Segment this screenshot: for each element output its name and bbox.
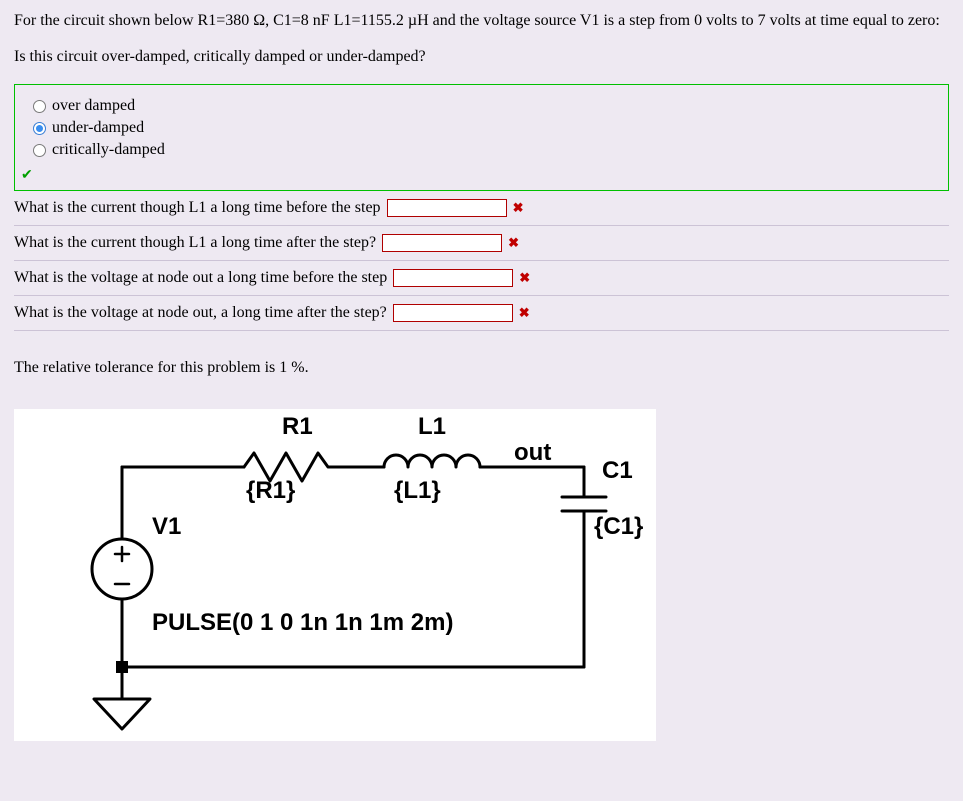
sub-question-row: What is the current though L1 a long tim… — [14, 191, 949, 226]
tolerance-text: The relative tolerance for this problem … — [14, 359, 949, 377]
problem-question: Is this circuit over-damped, critically … — [14, 48, 949, 66]
radio-icon — [33, 100, 46, 113]
sub-question-text: What is the voltage at node out a long t… — [14, 269, 387, 287]
answer-input[interactable] — [387, 199, 507, 217]
answer-input[interactable] — [393, 269, 513, 287]
wrong-icon: ✖ — [519, 270, 530, 286]
label-V1: V1 — [152, 513, 181, 541]
correct-check-icon: ✔ — [21, 167, 938, 184]
wrong-icon: ✖ — [519, 305, 530, 321]
answer-input[interactable] — [393, 304, 513, 322]
sub-question-text: What is the voltage at node out, a long … — [14, 304, 387, 322]
sub-question-text: What is the current though L1 a long tim… — [14, 199, 381, 217]
label-C1: C1 — [602, 457, 633, 485]
sub-question-row: What is the current though L1 a long tim… — [14, 226, 949, 261]
sub-question-row: What is the voltage at node out a long t… — [14, 261, 949, 296]
sub-question-text: What is the current though L1 a long tim… — [14, 234, 376, 252]
radio-group-box: over damped under-damped critically-damp… — [14, 84, 949, 191]
label-out: out — [514, 439, 551, 467]
radio-option-criticallydamped[interactable]: critically-damped — [25, 141, 938, 159]
label-pulse: PULSE(0 1 0 1n 1n 1m 2m) — [152, 609, 453, 637]
label-L1-val: {L1} — [394, 477, 441, 505]
sub-question-row: What is the voltage at node out, a long … — [14, 296, 949, 331]
wrong-icon: ✖ — [508, 235, 519, 251]
problem-intro: For the circuit shown below R1=380 Ω, C1… — [14, 12, 949, 30]
radio-option-underdamped[interactable]: under-damped — [25, 119, 938, 137]
radio-option-overdamped[interactable]: over damped — [25, 97, 938, 115]
label-C1-val: {C1} — [594, 513, 643, 541]
label-L1: L1 — [418, 413, 446, 441]
label-R1-val: {R1} — [246, 477, 295, 505]
circuit-diagram: R1 {R1} L1 {L1} out C1 {C1} V1 PULSE(0 1… — [14, 409, 656, 741]
answer-input[interactable] — [382, 234, 502, 252]
radio-label: over damped — [52, 97, 135, 115]
radio-label: under-damped — [52, 119, 144, 137]
label-R1: R1 — [282, 413, 313, 441]
radio-icon — [33, 122, 46, 135]
wrong-icon: ✖ — [513, 200, 524, 216]
radio-label: critically-damped — [52, 141, 165, 159]
radio-icon — [33, 144, 46, 157]
